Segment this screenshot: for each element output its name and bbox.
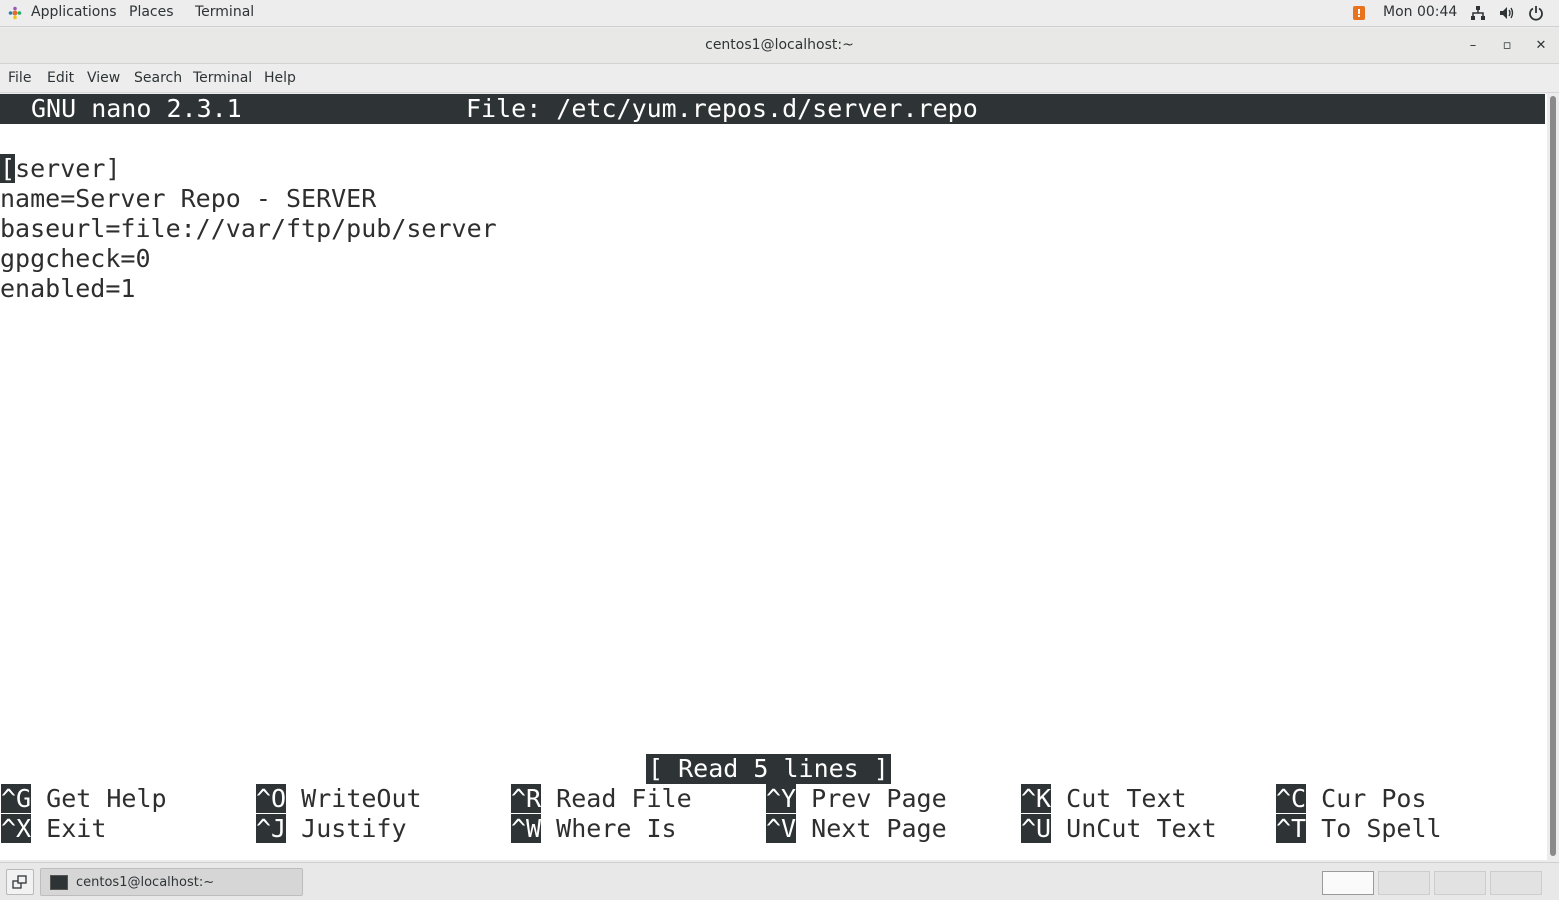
menu-bar: File Edit View Search Terminal Help xyxy=(0,64,1559,93)
workspace-3[interactable] xyxy=(1434,871,1486,895)
nano-version: GNU nano 2.3.1 xyxy=(31,94,242,123)
window-titlebar[interactable]: centos1@localhost:~ – ▫ ✕ xyxy=(0,28,1559,64)
notification-icon[interactable] xyxy=(1351,5,1367,21)
shortcut-next-page: ^V Next Page xyxy=(766,814,947,843)
terminal-scrollbar[interactable] xyxy=(1547,94,1559,860)
applications-icon xyxy=(8,6,22,20)
applications-menu[interactable]: Applications xyxy=(31,4,117,20)
shortcut-writeout: ^O WriteOut xyxy=(256,784,422,813)
show-desktop-icon xyxy=(12,875,27,889)
file-line-3[interactable]: baseurl=file://var/ftp/pub/server xyxy=(0,214,497,244)
shortcut-get-help: ^G Get Help xyxy=(1,784,167,813)
shortcut-to-spell: ^T To Spell xyxy=(1276,814,1442,843)
places-menu[interactable]: Places xyxy=(129,4,174,20)
workspace-1[interactable] xyxy=(1322,871,1374,895)
shortcut-read-file: ^R Read File xyxy=(511,784,692,813)
scrollbar-thumb[interactable] xyxy=(1550,96,1556,856)
menu-search[interactable]: Search xyxy=(134,70,182,86)
close-button[interactable]: ✕ xyxy=(1531,37,1551,55)
top-bar: Applications Places Terminal Mon 00:44 xyxy=(0,0,1559,27)
menu-view[interactable]: View xyxy=(87,70,120,86)
volume-icon[interactable] xyxy=(1499,5,1515,21)
workspace-4[interactable] xyxy=(1490,871,1542,895)
taskbar-terminal-window[interactable]: centos1@localhost:~ xyxy=(40,868,303,896)
nano-header: GNU nano 2.3.1 File: /etc/yum.repos.d/se… xyxy=(0,94,1545,124)
file-line-5[interactable]: enabled=1 xyxy=(0,274,135,304)
shortcut-uncut-text: ^U UnCut Text xyxy=(1021,814,1217,843)
shortcut-prev-page: ^Y Prev Page xyxy=(766,784,947,813)
file-line-4[interactable]: gpgcheck=0 xyxy=(0,244,151,274)
shortcut-cut-text: ^K Cut Text xyxy=(1021,784,1187,813)
shortcut-cur-pos: ^C Cur Pos xyxy=(1276,784,1427,813)
terminal-icon xyxy=(50,875,68,890)
clock[interactable]: Mon 00:44 xyxy=(1383,4,1457,20)
network-icon[interactable] xyxy=(1470,5,1486,21)
text-cursor: [ xyxy=(0,154,16,183)
shortcut-where-is: ^W Where Is xyxy=(511,814,677,843)
menu-edit[interactable]: Edit xyxy=(47,70,74,86)
terminal-app-menu[interactable]: Terminal xyxy=(195,4,254,20)
shortcut-justify: ^J Justify xyxy=(256,814,407,843)
menu-file[interactable]: File xyxy=(8,70,31,86)
bottom-panel: centos1@localhost:~ xyxy=(0,862,1559,900)
shortcut-exit: ^X Exit xyxy=(1,814,107,843)
workspace-2[interactable] xyxy=(1378,871,1430,895)
power-icon[interactable] xyxy=(1528,5,1544,21)
status-message: [ Read 5 lines ] xyxy=(646,754,891,784)
maximize-button[interactable]: ▫ xyxy=(1497,37,1517,55)
terminal-view[interactable]: GNU nano 2.3.1 File: /etc/yum.repos.d/se… xyxy=(0,94,1547,860)
show-desktop-button[interactable] xyxy=(6,869,34,895)
file-line-text: server] xyxy=(15,154,121,183)
nano-filename: File: /etc/yum.repos.d/server.repo xyxy=(466,94,978,123)
menu-help[interactable]: Help xyxy=(264,70,296,86)
minimize-button[interactable]: – xyxy=(1463,37,1483,55)
file-line-1[interactable]: [server] xyxy=(0,154,120,184)
task-label: centos1@localhost:~ xyxy=(76,875,215,890)
window-title: centos1@localhost:~ xyxy=(705,37,854,53)
file-line-2[interactable]: name=Server Repo - SERVER xyxy=(0,184,376,214)
menu-terminal[interactable]: Terminal xyxy=(193,70,252,86)
